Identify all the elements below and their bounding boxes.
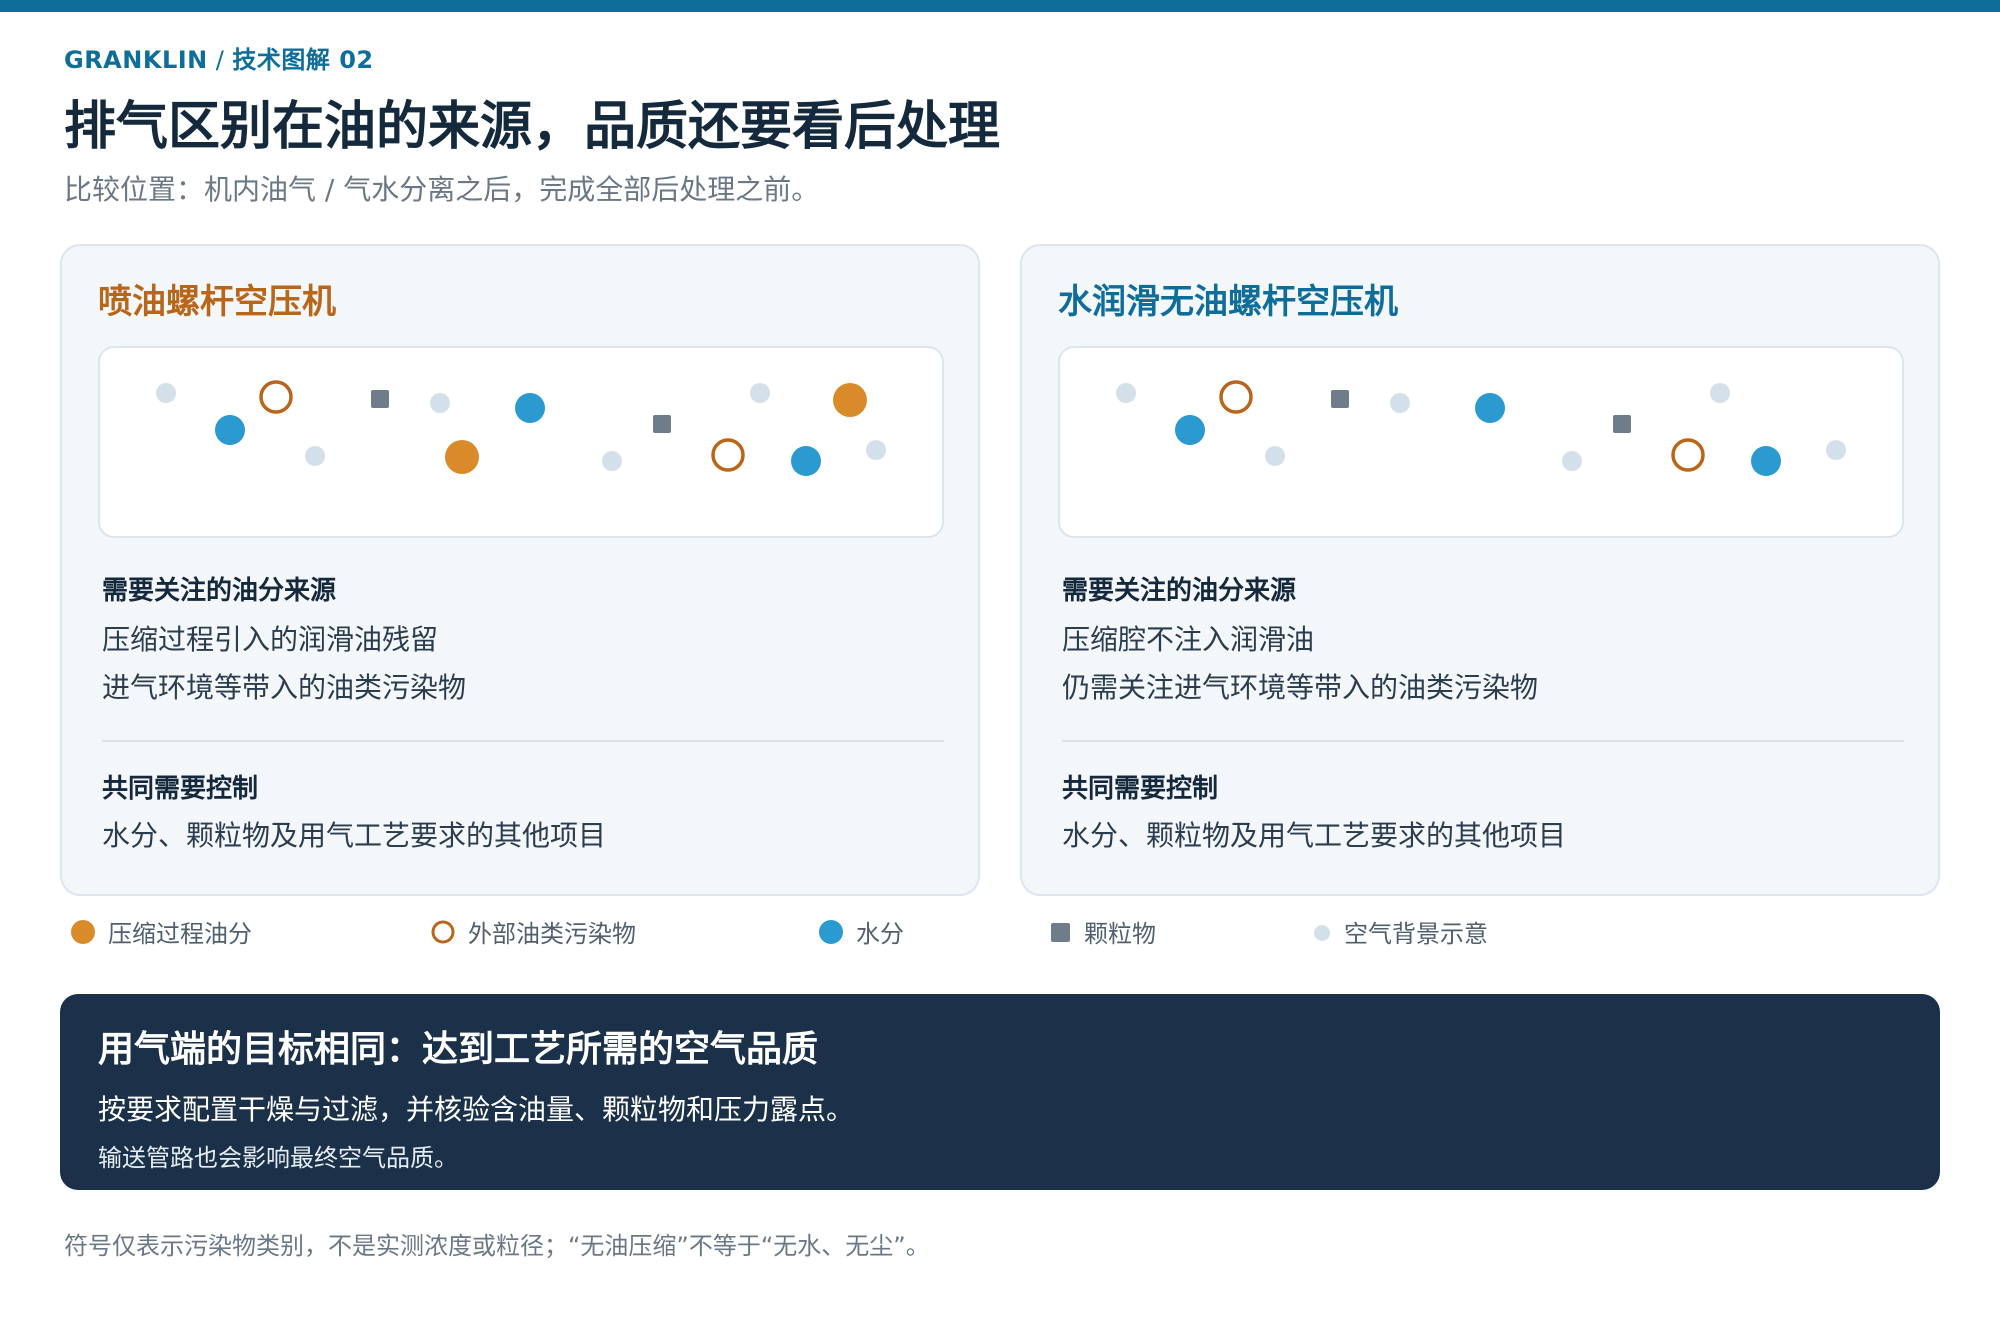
oil-source-item: 压缩腔不注入润滑油 xyxy=(1062,623,1315,656)
legend-label: 压缩过程油分 xyxy=(108,920,252,948)
contaminant-symbol-box xyxy=(1058,346,1904,538)
particle-symbol xyxy=(1613,415,1631,433)
legend-label: 外部油类污染物 xyxy=(468,920,636,948)
air-background-symbol xyxy=(750,383,770,403)
panel-title: 喷油螺杆空压机 xyxy=(98,282,336,322)
compression-oil-symbol xyxy=(833,383,867,417)
common-control-heading: 共同需要控制 xyxy=(1062,774,1219,804)
particle-symbol xyxy=(371,390,389,408)
breadcrumb-separator: / xyxy=(215,46,225,74)
water-icon xyxy=(819,919,843,944)
water-symbol xyxy=(1475,393,1505,423)
air-background-symbol xyxy=(1710,383,1730,403)
divider xyxy=(102,740,944,742)
particle-icon xyxy=(1051,922,1070,942)
panel-title: 水润滑无油螺杆空压机 xyxy=(1058,282,1398,322)
contaminant-symbols xyxy=(1116,380,1846,476)
contaminant-symbol-box xyxy=(98,346,944,538)
oil-source-item: 压缩过程引入的润滑油残留 xyxy=(102,623,439,656)
air-background-symbol xyxy=(1562,451,1582,471)
oil-sources-heading: 需要关注的油分来源 xyxy=(102,576,337,606)
water-symbol xyxy=(791,446,821,476)
banner-text: 按要求配置干燥与过滤，并核验含油量、颗粒物和压力露点。 xyxy=(98,1093,855,1126)
legend-label: 颗粒物 xyxy=(1084,920,1156,948)
water-symbol xyxy=(515,393,545,423)
air-background-symbol xyxy=(1826,440,1846,460)
particle-symbol xyxy=(1331,390,1349,408)
air-background-symbol xyxy=(156,383,176,403)
oil-source-item: 进气环境等带入的油类污染物 xyxy=(102,671,467,704)
page-title: 排气区别在油的来源，品质还要看后处理 xyxy=(64,97,1001,157)
breadcrumb: GRANKLIN / 技术图解 02 xyxy=(64,40,374,75)
air-background-symbol xyxy=(602,451,622,471)
panel-oil-injected-compressor: 喷油螺杆空压机 需要关注的油分来源 压缩过程引入的润滑油残留 进气环境等带入的油… xyxy=(60,244,980,896)
air-background-symbol xyxy=(430,393,450,413)
compression-oil-icon xyxy=(71,919,95,944)
air-background-symbol xyxy=(305,446,325,466)
external-oil-symbol xyxy=(1219,380,1253,414)
contaminant-symbols xyxy=(156,380,886,476)
banner-title: 用气端的目标相同：达到工艺所需的空气品质 xyxy=(98,1029,819,1070)
air-background-symbol xyxy=(1390,393,1410,413)
external-oil-icon xyxy=(431,920,455,943)
water-symbol xyxy=(215,415,245,445)
air-background-symbol xyxy=(1265,446,1285,466)
external-oil-symbol xyxy=(259,380,293,414)
particle-symbol xyxy=(653,415,671,433)
legend-item-water: 水分 xyxy=(818,914,904,949)
common-control-item: 水分、颗粒物及用气工艺要求的其他项目 xyxy=(102,819,607,852)
external-oil-symbol xyxy=(1671,438,1705,472)
banner-note: 输送管路也会影响最终空气品质。 xyxy=(98,1144,458,1172)
legend-label: 水分 xyxy=(856,920,904,948)
panel-water-lubricated-oil-free-compressor: 水润滑无油螺杆空压机 需要关注的油分来源 压缩腔不注入润滑油 仍需关注进气环境等… xyxy=(1020,244,1940,896)
external-oil-symbol xyxy=(711,438,745,472)
legend: 压缩过程油分 外部油类污染物 水分 颗粒物 空气背景示意 xyxy=(0,914,2000,954)
section-label: 技术图解 02 xyxy=(232,46,374,74)
common-control-heading: 共同需要控制 xyxy=(102,774,259,804)
footnote: 符号仅表示污染物类别，不是实测浓度或粒径；“无油压缩”不等于“无水、无尘”。 xyxy=(64,1232,930,1260)
page-subtitle: 比较位置：机内油气 / 气水分离之后，完成全部后处理之前。 xyxy=(64,173,820,206)
water-symbol xyxy=(1751,446,1781,476)
air-background-symbol xyxy=(1116,383,1136,403)
brand-name: GRANKLIN xyxy=(64,46,208,74)
legend-item-compression-oil: 压缩过程油分 xyxy=(70,914,252,949)
legend-label: 空气背景示意 xyxy=(1344,920,1488,948)
compression-oil-symbol xyxy=(445,440,479,474)
top-accent-bar xyxy=(0,0,2000,12)
common-control-item: 水分、颗粒物及用气工艺要求的其他项目 xyxy=(1062,819,1567,852)
divider xyxy=(1062,740,1904,742)
air-background-symbol xyxy=(866,440,886,460)
summary-banner: 用气端的目标相同：达到工艺所需的空气品质 按要求配置干燥与过滤，并核验含油量、颗… xyxy=(60,994,1940,1190)
water-symbol xyxy=(1175,415,1205,445)
air-background-icon xyxy=(1314,924,1330,941)
legend-item-particle: 颗粒物 xyxy=(1050,914,1156,949)
oil-source-item: 仍需关注进气环境等带入的油类污染物 xyxy=(1062,671,1539,704)
legend-item-external-oil: 外部油类污染物 xyxy=(430,914,636,949)
legend-item-air-background: 空气背景示意 xyxy=(1312,914,1488,949)
oil-sources-heading: 需要关注的油分来源 xyxy=(1062,576,1297,606)
